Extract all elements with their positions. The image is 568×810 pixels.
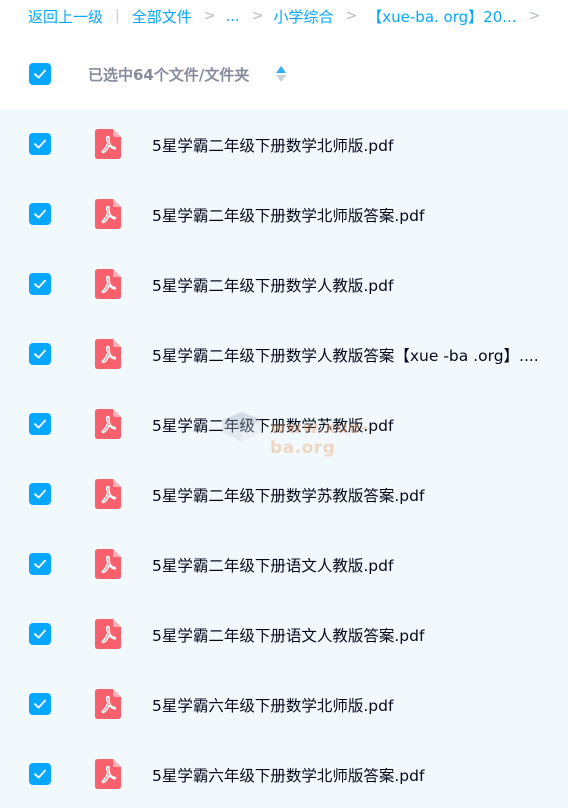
checkmark-icon [34, 699, 46, 709]
selection-count-label: 已选中64个文件/文件夹 [88, 66, 250, 84]
file-row[interactable]: 5星学霸二年级下册数学苏教版.pdf [0, 390, 568, 460]
pdf-icon [95, 199, 121, 229]
pdf-icon [95, 129, 121, 159]
checkmark-icon [34, 559, 46, 569]
file-row[interactable]: 5星学霸二年级下册数学北师版答案.pdf [0, 180, 568, 250]
file-checkbox[interactable] [29, 623, 51, 645]
file-checkbox[interactable] [29, 133, 51, 155]
breadcrumb: 返回上一级 | 全部文件 > ... > 小学综合 > 【xue-ba. org… [0, 0, 568, 32]
checkmark-icon [34, 629, 46, 639]
list-header: 已选中64个文件/文件夹 [0, 40, 568, 110]
pdf-icon [95, 619, 121, 649]
checkmark-icon [34, 769, 46, 779]
breadcrumb-all-files[interactable]: 全部文件 [132, 6, 192, 27]
file-checkbox[interactable] [29, 553, 51, 575]
pdf-icon [95, 689, 121, 719]
file-name[interactable]: 5星学霸二年级下册数学北师版.pdf [152, 134, 393, 156]
checkmark-icon [34, 419, 46, 429]
file-name[interactable]: 5星学霸六年级下册数学北师版答案.pdf [152, 764, 424, 786]
breadcrumb-divider: | [115, 8, 120, 24]
file-checkbox[interactable] [29, 763, 51, 785]
file-name[interactable]: 5星学霸二年级下册数学苏教版.pdf [152, 414, 393, 436]
pdf-icon [95, 549, 121, 579]
breadcrumb-ellipsis[interactable]: ... [225, 7, 239, 25]
file-row[interactable]: 5星学霸六年级下册数学北师版.pdf [0, 670, 568, 740]
file-row[interactable]: 5星学霸二年级下册数学人教版.pdf [0, 250, 568, 320]
back-link[interactable]: 返回上一级 [28, 6, 103, 27]
file-row[interactable]: 5星学霸二年级下册语文人教版.pdf [0, 530, 568, 600]
file-name[interactable]: 5星学霸二年级下册数学人教版答案【xue -ba .org】.... [152, 344, 539, 366]
breadcrumb-level-2[interactable]: 【xue-ba. org】20... [367, 6, 516, 27]
file-row[interactable]: 5星学霸六年级下册数学北师版答案.pdf [0, 740, 568, 810]
checkmark-icon [34, 279, 46, 289]
pdf-icon [95, 759, 121, 789]
file-row[interactable]: 5星学霸二年级下册数学人教版答案【xue -ba .org】.... [0, 320, 568, 390]
file-checkbox[interactable] [29, 343, 51, 365]
checkmark-icon [34, 489, 46, 499]
select-all-checkbox[interactable] [29, 63, 51, 85]
file-row[interactable]: 5星学霸二年级下册数学北师版.pdf [0, 110, 568, 180]
file-checkbox[interactable] [29, 693, 51, 715]
file-checkbox[interactable] [29, 483, 51, 505]
chevron-right-icon: > [203, 8, 216, 24]
file-name[interactable]: 5星学霸二年级下册语文人教版.pdf [152, 554, 393, 576]
chevron-right-icon: > [528, 8, 541, 24]
file-name[interactable]: 5星学霸二年级下册数学北师版答案.pdf [152, 204, 424, 226]
file-list: 5星学霸二年级下册数学北师版.pdf 5星学霸二年级下册数学北师版答案.pdf 5星… [0, 110, 568, 808]
file-checkbox[interactable] [29, 273, 51, 295]
file-name[interactable]: 5星学霸二年级下册语文人教版答案.pdf [152, 624, 424, 646]
pdf-icon [95, 409, 121, 439]
sort-icon[interactable] [275, 65, 287, 83]
pdf-icon [95, 339, 121, 369]
pdf-icon [95, 479, 121, 509]
chevron-right-icon: > [345, 8, 358, 24]
checkmark-icon [34, 209, 46, 219]
file-checkbox[interactable] [29, 203, 51, 225]
file-name[interactable]: 5星学霸二年级下册数学苏教版答案.pdf [152, 484, 424, 506]
file-row[interactable]: 5星学霸二年级下册语文人教版答案.pdf [0, 600, 568, 670]
breadcrumb-level-1[interactable]: 小学综合 [274, 6, 334, 27]
file-checkbox[interactable] [29, 413, 51, 435]
file-row[interactable]: 5星学霸二年级下册数学苏教版答案.pdf [0, 460, 568, 530]
file-name[interactable]: 5星学霸二年级下册数学人教版.pdf [152, 274, 393, 296]
checkmark-icon [34, 349, 46, 359]
checkmark-icon [34, 139, 46, 149]
chevron-right-icon: > [251, 8, 264, 24]
pdf-icon [95, 269, 121, 299]
file-name[interactable]: 5星学霸六年级下册数学北师版.pdf [152, 694, 393, 716]
checkmark-icon [34, 69, 46, 79]
